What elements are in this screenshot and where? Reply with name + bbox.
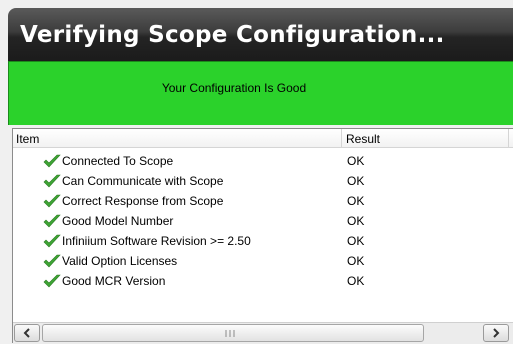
horizontal-scrollbar[interactable]	[13, 322, 513, 344]
window-title: Verifying Scope Configuration...	[20, 22, 445, 48]
item-label: Good Model Number	[62, 214, 174, 228]
item-label: Can Communicate with Scope	[62, 174, 224, 188]
status-banner: Your Configuration Is Good	[8, 61, 513, 125]
item-label: Correct Response from Scope	[62, 194, 224, 208]
table-row[interactable]: Good Model Number OK	[13, 211, 513, 231]
table-row[interactable]: Connected To Scope OK	[13, 151, 513, 171]
column-header-result[interactable]: Result	[346, 132, 380, 146]
table-row[interactable]: Good MCR Version OK	[13, 271, 513, 291]
table-row[interactable]: Valid Option Licenses OK	[13, 251, 513, 271]
arrow-right-icon	[493, 328, 500, 338]
checkmark-icon	[43, 274, 61, 288]
scroll-right-button[interactable]	[483, 324, 509, 342]
checkmark-icon	[43, 214, 61, 228]
result-label: OK	[347, 274, 365, 288]
result-label: OK	[347, 154, 365, 168]
results-list[interactable]: Item Result Connected To Scope OK Can Co…	[12, 128, 513, 344]
item-label: Infiniium Software Revision >= 2.50	[62, 234, 251, 248]
result-label: OK	[347, 254, 365, 268]
item-label: Valid Option Licenses	[62, 254, 178, 268]
result-label: OK	[347, 214, 365, 228]
column-header-item[interactable]: Item	[16, 132, 39, 146]
arrow-left-icon	[23, 328, 30, 338]
table-row[interactable]: Can Communicate with Scope OK	[13, 171, 513, 191]
checkmark-icon	[43, 154, 61, 168]
column-divider[interactable]	[341, 129, 342, 147]
grip-icon	[225, 330, 235, 337]
item-label: Connected To Scope	[62, 154, 174, 168]
checkmark-icon	[43, 254, 61, 268]
checkmark-icon	[43, 174, 61, 188]
table-row[interactable]: Infiniium Software Revision >= 2.50 OK	[13, 231, 513, 251]
table-row[interactable]: Correct Response from Scope OK	[13, 191, 513, 211]
result-label: OK	[347, 234, 365, 248]
status-message: Your Configuration Is Good	[161, 81, 307, 95]
checkmark-icon	[43, 194, 61, 208]
title-bar[interactable]: Verifying Scope Configuration...	[8, 8, 513, 61]
scrollbar-thumb[interactable]	[42, 324, 424, 342]
result-label: OK	[347, 194, 365, 208]
column-divider[interactable]	[508, 129, 509, 147]
scroll-left-button[interactable]	[14, 324, 40, 342]
list-header: Item Result	[13, 129, 513, 148]
item-label: Good MCR Version	[62, 274, 166, 288]
checkmark-icon	[43, 234, 61, 248]
result-label: OK	[347, 174, 365, 188]
